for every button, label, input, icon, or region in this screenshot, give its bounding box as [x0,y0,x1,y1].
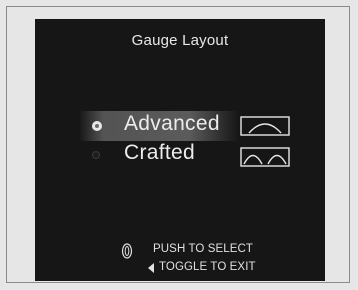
image-frame: Gauge Layout Advanced Crafted PUSH TO SE… [6,6,350,283]
radio-unselected-icon [92,151,100,159]
thumbwheel-push-icon [121,243,133,259]
single-dial-gauge-icon [240,116,290,136]
toggle-left-arrow-icon [148,263,154,273]
twin-dial-gauge-icon [240,147,290,167]
option-label-advanced: Advanced [124,112,220,135]
toggle-to-exit-hint: TOGGLE TO EXIT [159,261,256,273]
option-label-crafted: Crafted [124,141,195,164]
display-screen: Gauge Layout Advanced Crafted PUSH TO SE… [35,19,325,281]
push-to-select-hint: PUSH TO SELECT [153,243,254,255]
page-title: Gauge Layout [131,32,229,49]
radio-selected-icon [92,121,102,131]
